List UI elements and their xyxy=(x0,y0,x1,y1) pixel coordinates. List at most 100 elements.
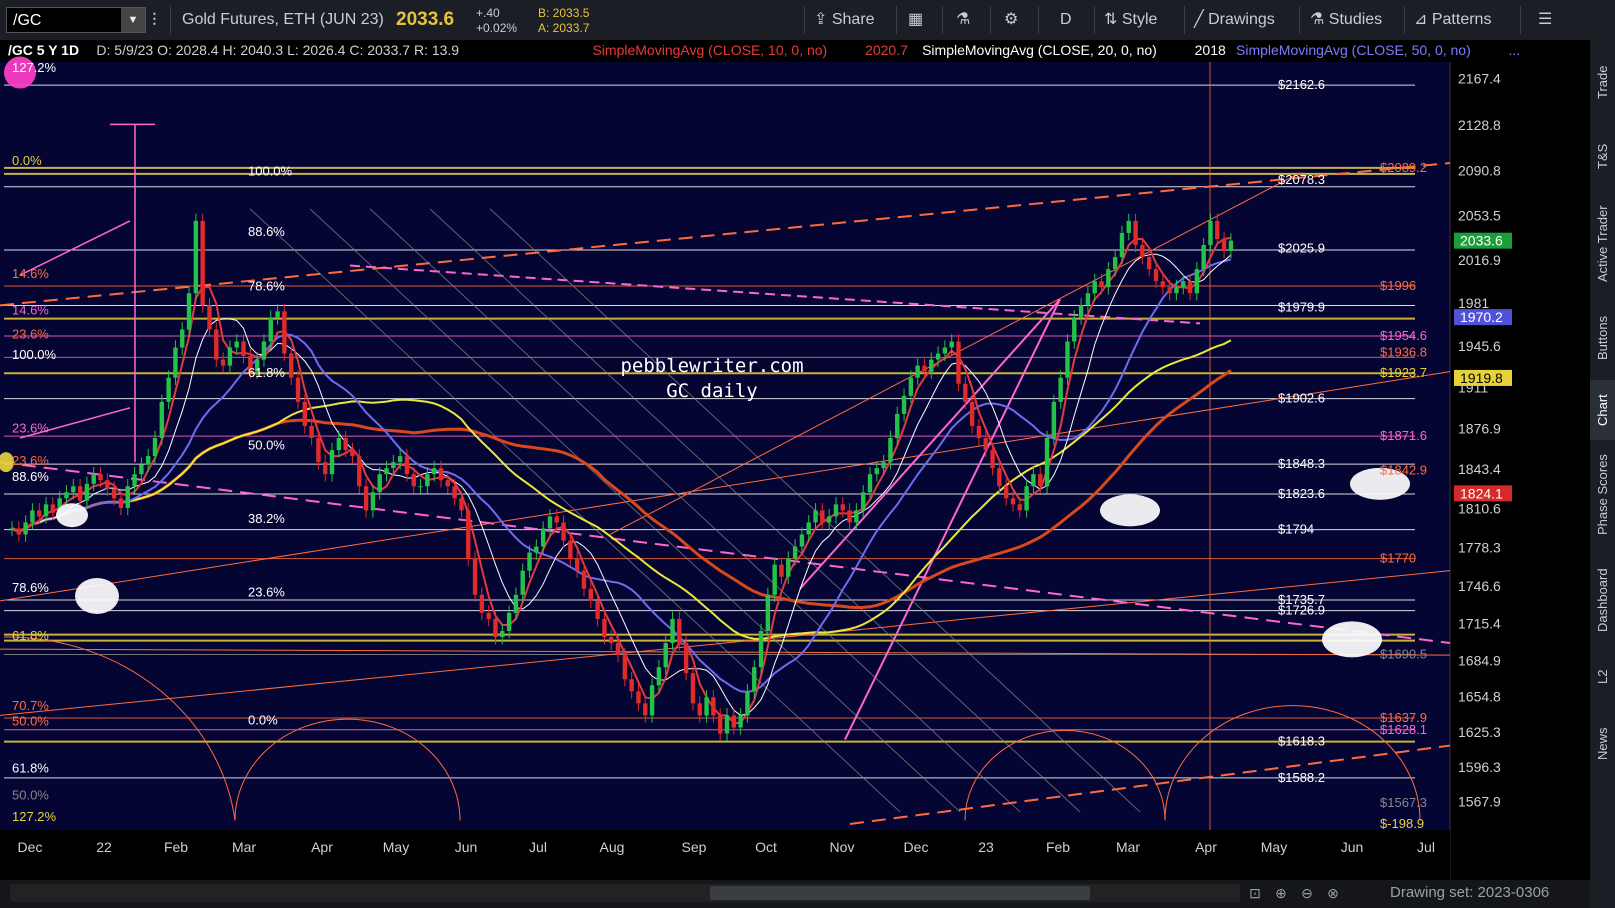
candle-body xyxy=(506,612,512,631)
candle-body xyxy=(1181,281,1186,288)
drawings-button[interactable]: ╱ Drawings xyxy=(1194,0,1275,40)
zoom-fit-icon[interactable]: ⊡ xyxy=(1246,884,1264,902)
candle-body xyxy=(316,438,321,463)
menu-button[interactable]: ☰ xyxy=(1538,0,1552,40)
candle-body xyxy=(867,474,873,493)
candle-body xyxy=(561,522,566,541)
fib-label-left: 70.7% xyxy=(12,698,49,713)
tab-t-s[interactable]: T&S xyxy=(1590,124,1615,188)
horizontal-scrollbar[interactable] xyxy=(10,884,1240,902)
study-legend-name: SimpleMovingAvg (CLOSE, 10, 0, no) xyxy=(592,42,827,58)
ask-price: A: 2033.7 xyxy=(538,21,590,35)
candle-body xyxy=(1024,486,1029,511)
candle-body xyxy=(534,546,539,553)
candle-body xyxy=(1017,504,1023,511)
toolbar: /GC ▼ ⫶ Gold Futures, ETH (JUN 23) 2033.… xyxy=(0,0,1615,41)
tab-chart[interactable]: Chart xyxy=(1590,380,1615,440)
tab-l2[interactable]: L2 xyxy=(1590,654,1615,700)
candle-body xyxy=(425,474,430,487)
scrollbar-thumb[interactable] xyxy=(710,886,1090,900)
share-button[interactable]: ⇪ Share xyxy=(814,0,875,40)
candle-body xyxy=(643,703,648,716)
candle-body xyxy=(1208,220,1213,246)
candle-body xyxy=(91,474,96,484)
candle-body xyxy=(602,618,607,638)
candle-body xyxy=(479,594,485,613)
candle-body xyxy=(547,516,553,529)
price-level-label: $1842.9 xyxy=(1380,463,1427,478)
last-price: 2033.6 xyxy=(396,9,455,30)
candle-body xyxy=(418,486,423,488)
settings-button[interactable]: ⚙ xyxy=(1004,0,1018,40)
candle-body xyxy=(84,483,90,501)
flask-icon: ⚗ xyxy=(1310,11,1329,28)
candle-body xyxy=(377,474,382,493)
period-button[interactable]: D xyxy=(1060,0,1072,40)
tab-dashboard[interactable]: Dashboard xyxy=(1590,550,1615,650)
x-tick-label: 22 xyxy=(96,839,112,855)
y-tick-label: 2016.9 xyxy=(1458,252,1501,268)
gear-icon: ⚙ xyxy=(1004,11,1019,28)
candle-body xyxy=(826,516,832,523)
candle-body xyxy=(125,486,130,508)
candle-body xyxy=(697,703,702,716)
candle-body xyxy=(261,341,267,360)
candle-body xyxy=(956,341,961,384)
candle-body xyxy=(983,438,988,451)
candle-body xyxy=(336,438,342,451)
candle-body xyxy=(1003,486,1009,499)
separator xyxy=(896,6,897,34)
y-tick-label: 1596.3 xyxy=(1458,759,1501,775)
grid-layout-button[interactable]: ▦ xyxy=(908,0,923,40)
tab-active-trader[interactable]: Active Trader xyxy=(1590,192,1615,296)
candle-body xyxy=(895,413,900,438)
candle-body xyxy=(438,468,444,481)
legend-text: /GC 5 Y 1D xyxy=(8,42,79,58)
price-chart[interactable]: 127.2% 0.0% 14.6% 14.6% 23.6% 100.0% 23.6% 23.6… xyxy=(0,40,1590,880)
price-level-label: $1848.3 xyxy=(1278,456,1325,471)
zoom-out-icon[interactable]: ⊖ xyxy=(1298,884,1316,902)
link-icon[interactable]: ⫶ xyxy=(152,0,157,40)
zoom-reset-icon[interactable]: ⊗ xyxy=(1324,884,1342,902)
candle-body xyxy=(568,540,573,559)
tab-news[interactable]: News xyxy=(1590,704,1615,784)
candle-body xyxy=(43,504,49,517)
tab-buttons[interactable]: Buttons xyxy=(1590,300,1615,376)
x-tick-label: May xyxy=(1261,839,1287,855)
candle-body xyxy=(840,504,845,511)
symbol-input[interactable]: /GC ▼ xyxy=(6,7,146,33)
candle-body xyxy=(493,618,498,638)
candle-body xyxy=(159,401,165,438)
candle-body xyxy=(500,630,505,638)
candle-body xyxy=(786,558,791,577)
candle-body xyxy=(915,365,920,378)
candle-body xyxy=(758,630,764,668)
x-tick-label: Dec xyxy=(904,839,929,855)
candle-body xyxy=(282,311,287,354)
candle-body xyxy=(152,438,158,457)
studies-button[interactable]: ⚗ Studies xyxy=(1310,0,1382,40)
pencil-icon: ╱ xyxy=(1194,11,1209,28)
candle-body xyxy=(404,456,410,475)
candle-body xyxy=(1167,287,1172,294)
candle-body xyxy=(1092,281,1097,294)
flask-button[interactable]: ⚗ xyxy=(956,0,970,40)
price-level-label: $1936.8 xyxy=(1380,344,1427,359)
tab-phase-scores[interactable]: Phase Scores xyxy=(1590,444,1615,546)
x-tick-label: Jul xyxy=(529,839,547,855)
tab-trade[interactable]: Trade xyxy=(1590,44,1615,120)
chevron-down-icon[interactable]: ▼ xyxy=(121,8,145,32)
share-icon: ⇪ xyxy=(814,11,832,28)
candle-body xyxy=(527,552,532,571)
price-flag-label: 1824.1 xyxy=(1460,485,1503,501)
patterns-button[interactable]: ⊿ Patterns xyxy=(1414,0,1491,40)
candle-body xyxy=(724,715,730,734)
candle-body xyxy=(180,329,185,348)
separator xyxy=(1299,6,1300,34)
style-button[interactable]: ⇅ Style xyxy=(1104,0,1157,40)
candle-body xyxy=(472,558,478,595)
separator xyxy=(804,6,805,34)
style-label: Style xyxy=(1121,11,1158,28)
candle-body xyxy=(711,697,716,716)
zoom-in-icon[interactable]: ⊕ xyxy=(1272,884,1290,902)
